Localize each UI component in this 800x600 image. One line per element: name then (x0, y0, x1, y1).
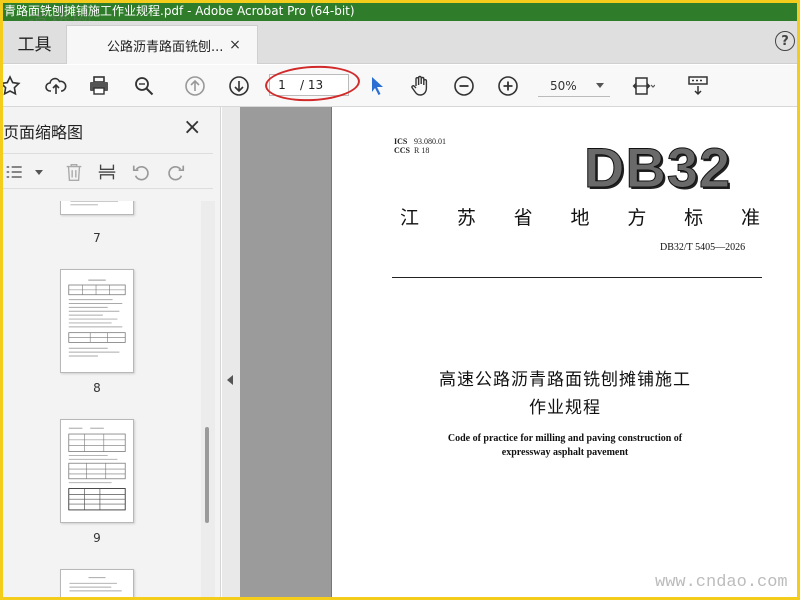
ics-label: ICS (394, 137, 408, 146)
zoom-out-icon[interactable] (449, 71, 479, 101)
page-thumbnail[interactable] (60, 201, 134, 215)
document-viewport[interactable]: ICS 93.080.01 CCS R 18 DB32 江 苏 省 地 方 标 准 … (240, 107, 797, 597)
ics-value: 93.080.01 (414, 137, 446, 146)
page-thumbnail[interactable] (60, 269, 134, 373)
classification-codes: ICS 93.080.01 CCS R 18 (394, 137, 446, 155)
thumbnail-options-icon[interactable] (3, 160, 27, 184)
level-char: 准 (740, 207, 760, 229)
tab-bar: 工具 公路沥青路面铣刨... × ? (3, 21, 797, 64)
panel-splitter[interactable] (222, 107, 240, 597)
tab-close-icon[interactable]: × (225, 37, 245, 53)
chevron-down-icon (596, 83, 604, 88)
more-tools-icon[interactable] (683, 71, 713, 101)
zoom-value: 50% (550, 78, 577, 93)
window-title: 青路面铣刨摊铺施工作业规程.pdf - Adobe Acrobat Pro (6… (3, 3, 797, 21)
level-char: 地 (570, 207, 590, 229)
zoom-select[interactable]: 50% (538, 75, 610, 97)
tab-tools[interactable]: 工具 (3, 21, 66, 64)
standard-logo: DB32 (583, 136, 732, 200)
thumbnail-number: 7 (93, 231, 101, 245)
toolbar: 1 / 13 50% (3, 63, 797, 107)
standard-code: DB32/T 5405—2026 (660, 242, 746, 253)
print-icon[interactable] (84, 71, 114, 101)
star-icon[interactable] (3, 71, 25, 101)
thumbnail-number: 8 (93, 381, 101, 395)
standard-level: 江 苏 省 地 方 标 准 (400, 203, 760, 230)
collapse-panel-icon[interactable] (227, 375, 233, 385)
chevron-down-icon[interactable] (27, 160, 51, 184)
extract-pages-icon[interactable] (95, 160, 119, 184)
help-icon[interactable]: ? (775, 31, 795, 51)
thumbnail-scrollbar[interactable] (201, 201, 215, 597)
ccs-value: R 18 (414, 146, 430, 155)
pdf-page: ICS 93.080.01 CCS R 18 DB32 江 苏 省 地 方 标 准 … (331, 107, 797, 597)
level-char: 江 (400, 207, 420, 229)
scrollbar-thumb[interactable] (205, 427, 209, 523)
level-char: 方 (627, 207, 647, 229)
watermark-bottom: www.cndao.com (655, 573, 788, 592)
red-annotation-ellipse (264, 63, 361, 104)
rotate-right-icon[interactable] (163, 160, 187, 184)
panel-close-icon[interactable]: × (183, 115, 201, 140)
tab-document-label: 公路沥青路面铣刨... (107, 39, 224, 55)
page-down-icon[interactable] (224, 71, 254, 101)
tab-document[interactable]: 公路沥青路面铣刨... × (66, 25, 258, 64)
title-en-line2: expressway asphalt pavement (501, 447, 629, 458)
app-window: 青路面铣刨摊铺施工作业规程.pdf - Adobe Acrobat Pro (6… (3, 3, 797, 597)
panel-toolbar (3, 153, 213, 189)
fit-page-icon[interactable] (628, 71, 658, 101)
divider (392, 277, 762, 278)
title-cn-line2: 作业规程 (529, 398, 601, 418)
title-en-line1: Code of practice for milling and paving … (447, 433, 683, 444)
hand-icon[interactable] (405, 71, 435, 101)
page-thumbnail[interactable] (60, 419, 134, 523)
thumbnail-number: 9 (93, 531, 101, 545)
thumbnail-list: 7 8 9 (3, 201, 203, 597)
level-char: 标 (684, 207, 704, 229)
ccs-label: CCS (394, 146, 411, 155)
page-up-icon[interactable] (180, 71, 210, 101)
panel-title: 页面缩略图 (3, 123, 84, 142)
zoom-in-icon[interactable] (493, 71, 523, 101)
select-cursor-icon[interactable] (362, 71, 392, 101)
level-char: 苏 (456, 207, 476, 229)
rotate-left-icon[interactable] (130, 160, 154, 184)
level-char: 省 (513, 207, 533, 229)
title-cn-line1: 高速公路沥青路面铣刨摊铺施工 (439, 370, 691, 390)
zoom-search-icon[interactable] (129, 71, 159, 101)
trash-icon[interactable] (62, 160, 86, 184)
thumbnail-panel: 页面缩略图 × 7 8 9 (3, 107, 221, 597)
page-thumbnail[interactable] (60, 569, 134, 597)
upload-icon[interactable] (41, 71, 71, 101)
